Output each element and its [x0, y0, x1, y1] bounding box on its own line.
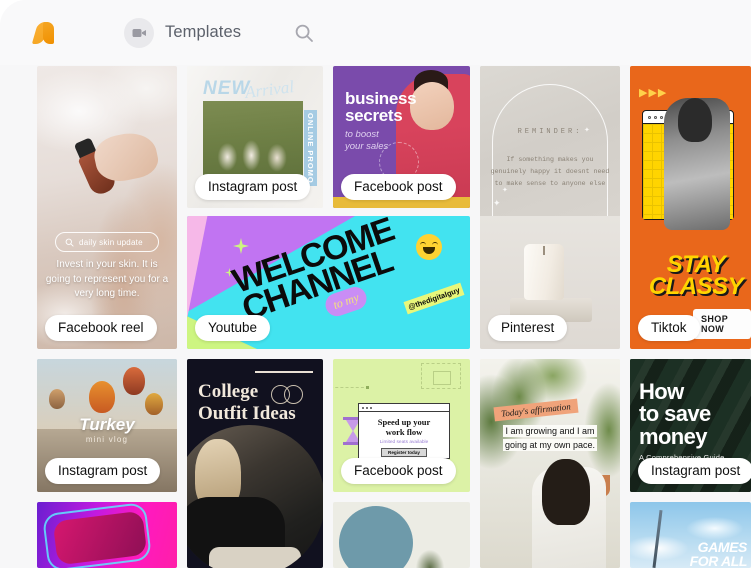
pill-label: daily skin update	[79, 237, 143, 247]
template-card-teal-circle[interactable]	[333, 502, 470, 568]
stay-classy-heading: STAY CLASSY	[648, 251, 744, 301]
candle-wick-shape	[543, 246, 545, 255]
games-for-all-title: GAMES FOR ALL	[689, 539, 748, 568]
wireframe-line	[333, 387, 369, 388]
card-badge[interactable]: Facebook reel	[45, 314, 157, 341]
card-badge[interactable]: Instagram post	[45, 457, 161, 484]
video-camera-icon	[124, 17, 154, 48]
woman-hair-shape	[542, 459, 590, 525]
wireframe-shape	[433, 371, 451, 385]
model-circular-photo	[187, 425, 323, 568]
template-card-college-outfit-ideas[interactable]: College Outfit Ideas	[187, 359, 323, 568]
logo-icon[interactable]	[30, 18, 60, 48]
card-badge[interactable]: Tiktok	[638, 314, 700, 341]
template-card-facebook-business-secrets[interactable]: business secrets to boost your sales Fac…	[333, 66, 470, 208]
arrows-icon: ▶▶▶	[639, 87, 668, 99]
online-promo-label: ONLINE PROMO	[304, 110, 317, 186]
skincare-quote: Invest in your skin. It is going to repr…	[45, 259, 169, 299]
template-card-instagram-new-arrival[interactable]: NEW Arrival ONLINE PROMO Instagram post	[187, 66, 323, 208]
search-icon	[65, 238, 74, 247]
card-badge[interactable]: Instagram post	[638, 457, 751, 484]
card-badge[interactable]: Facebook post	[341, 457, 456, 484]
daily-skin-update-pill: daily skin update	[55, 232, 159, 252]
register-today-button[interactable]: Register today	[381, 448, 427, 458]
college-outfit-title: College Outfit Ideas	[198, 381, 296, 425]
model-hair-shape	[678, 98, 712, 142]
template-card-facebook-workflow[interactable]: Speed up your work flow Limited seats av…	[333, 359, 470, 492]
hot-air-balloon-shape	[145, 393, 163, 415]
card-badge[interactable]: Pinterest	[488, 314, 568, 341]
affirmation-body: I am growing and I am going at my own pa…	[502, 425, 598, 451]
anchor-dot	[366, 386, 369, 389]
template-card-tiktok-stay-classy[interactable]: ▶▶▶ STAY CLASSY SHOP NOW Tiktok	[630, 66, 751, 349]
card-badge[interactable]: Youtube	[195, 314, 271, 341]
template-card-instagram-turkey[interactable]: Turkey mini vlog Instagram post	[37, 359, 177, 492]
hot-air-balloon-shape	[49, 389, 65, 409]
promo-modal-graphic: Speed up your work flow Limited seats av…	[358, 403, 450, 459]
plant-shape	[416, 550, 444, 568]
turkey-subtitle: mini vlog	[85, 435, 129, 444]
template-card-affirmation[interactable]: Today's affirmation I am growing and I a…	[480, 359, 620, 568]
search-icon[interactable]	[291, 20, 317, 46]
sparkle-icon: ✦	[493, 198, 501, 208]
face-shape	[410, 82, 454, 130]
template-card-facebook-reel[interactable]: daily skin update Invest in your skin. I…	[37, 66, 177, 349]
app-header: Templates	[0, 0, 751, 65]
reminder-body: If something makes you genuinely happy i…	[490, 156, 610, 188]
social-handle-label: @thedigitalguy	[403, 282, 465, 315]
reminder-heading: REMINDER:	[517, 128, 583, 136]
nav-templates[interactable]: Templates	[124, 17, 242, 48]
skincare-photo	[37, 66, 177, 349]
hot-air-balloon-shape	[89, 381, 115, 413]
new-label: NEW	[203, 78, 251, 99]
card-badge[interactable]: Facebook post	[341, 173, 456, 200]
modal-heading: Speed up your work flow	[377, 417, 431, 438]
decorative-line	[255, 371, 313, 373]
nav-templates-label: Templates	[165, 23, 242, 41]
templates-app: Templates daily skin update Invest in yo…	[0, 0, 751, 568]
hot-air-balloon-shape	[123, 367, 145, 395]
template-grid: daily skin update Invest in your skin. I…	[37, 66, 751, 568]
modal-subtext: Limited seats available	[379, 440, 429, 446]
turkey-title: Turkey	[79, 415, 135, 434]
teal-circle-shape	[339, 506, 413, 568]
template-card-games-for-all[interactable]: GAMES FOR ALL	[630, 502, 751, 568]
business-secrets-sub: to boost your sales	[345, 129, 389, 153]
template-card-instagram-save-money[interactable]: How to save money A Comprehensive Guide …	[630, 359, 751, 492]
shop-now-button[interactable]: SHOP NOW	[693, 309, 751, 339]
card-badge[interactable]: Instagram post	[195, 173, 311, 200]
save-money-title: How to save money	[639, 379, 711, 449]
template-card-youtube-welcome[interactable]: WELCOME CHANNEL to my @thedigitalguy You…	[187, 216, 470, 349]
business-secrets-heading: business secrets	[345, 89, 417, 126]
template-card-gaming-controller[interactable]	[37, 502, 177, 568]
template-card-pinterest-candle[interactable]: ✦ ✦ ✦ REMINDER: If something makes you g…	[480, 66, 620, 349]
